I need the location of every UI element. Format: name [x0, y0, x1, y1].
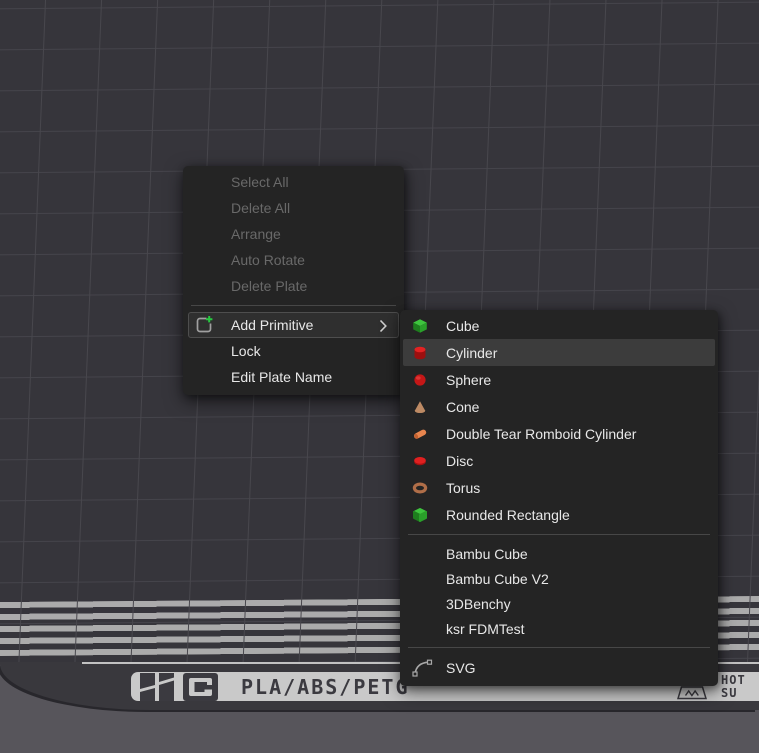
- menu-item-label: Lock: [231, 343, 261, 359]
- plate-corner-text: HOT SU: [721, 672, 759, 701]
- submenu-separator: [408, 534, 710, 535]
- submenu-item-label: Cylinder: [446, 345, 497, 361]
- add-primitive-submenu: Cube Cylinder Sphere: [400, 310, 718, 686]
- submenu-item-double-tear-romboid-cylinder[interactable]: Double Tear Romboid Cylinder: [400, 420, 718, 447]
- submenu-item-label: ksr FDMTest: [446, 621, 525, 637]
- submenu-separator: [408, 647, 710, 648]
- plate-brand-icon: [183, 673, 218, 701]
- submenu-item-label: Cone: [446, 399, 479, 415]
- icon-slot: [412, 372, 446, 388]
- menu-item-auto-rotate: Auto Rotate: [183, 247, 404, 273]
- context-menu: Select All Delete All Arrange Auto Rotat…: [183, 166, 404, 395]
- submenu-item-torus[interactable]: Torus: [400, 474, 718, 501]
- icon-slot: [412, 507, 446, 523]
- romboid-cylinder-icon: [412, 426, 428, 442]
- plate-corner-text-line2: SU: [721, 687, 759, 700]
- submenu-item-label: SVG: [446, 660, 476, 676]
- menu-item-add-primitive[interactable]: Add Primitive: [188, 312, 399, 338]
- app-window: PLA/ABS/PETG HOT SU Select All Delete Al…: [0, 0, 759, 753]
- submenu-item-label: Sphere: [446, 372, 491, 388]
- icon-slot: [412, 426, 446, 442]
- menu-item-label: Delete Plate: [231, 278, 307, 294]
- submenu-item-label: Bambu Cube: [446, 546, 528, 562]
- menu-separator: [191, 305, 396, 306]
- add-primitive-icon: [194, 315, 214, 335]
- submenu-item-label: Double Tear Romboid Cylinder: [446, 426, 636, 442]
- submenu-item-rounded-rectangle[interactable]: Rounded Rectangle: [400, 501, 718, 528]
- cylinder-icon: [412, 345, 428, 361]
- icon-slot: [412, 399, 446, 415]
- icon-slot: [412, 345, 446, 361]
- heatbed-icon: [677, 686, 707, 700]
- icon-slot: [194, 315, 231, 335]
- submenu-item-label: 3DBenchy: [446, 596, 511, 612]
- menu-item-edit-plate-name[interactable]: Edit Plate Name: [183, 364, 404, 390]
- submenu-item-cube[interactable]: Cube: [400, 312, 718, 339]
- icon-slot: [412, 480, 446, 496]
- submenu-item-label: Cube: [446, 318, 479, 334]
- submenu-item-cone[interactable]: Cone: [400, 393, 718, 420]
- cone-icon: [412, 399, 428, 415]
- bambu-logo-icon: [140, 673, 174, 701]
- rounded-rectangle-icon: [412, 507, 428, 523]
- menu-item-label: Delete All: [231, 200, 290, 216]
- menu-item-label: Edit Plate Name: [231, 369, 332, 385]
- torus-icon: [412, 480, 428, 496]
- bezier-curve-icon: [412, 659, 434, 677]
- sphere-icon: [412, 372, 428, 388]
- submenu-item-3dbenchy[interactable]: 3DBenchy: [400, 591, 718, 616]
- chevron-right-icon: [379, 319, 388, 333]
- icon-slot: [412, 318, 446, 334]
- submenu-item-cylinder[interactable]: Cylinder: [403, 339, 715, 366]
- cube-icon: [412, 318, 428, 334]
- disc-icon: [412, 453, 428, 469]
- menu-item-delete-plate: Delete Plate: [183, 273, 404, 299]
- submenu-item-bambu-cube[interactable]: Bambu Cube: [400, 541, 718, 566]
- submenu-item-label: Rounded Rectangle: [446, 507, 570, 523]
- submenu-item-label: Bambu Cube V2: [446, 571, 549, 587]
- menu-item-label: Arrange: [231, 226, 281, 242]
- icon-slot: [412, 453, 446, 469]
- menu-item-select-all: Select All: [183, 169, 404, 195]
- submenu-item-sphere[interactable]: Sphere: [400, 366, 718, 393]
- menu-item-label: Select All: [231, 174, 289, 190]
- menu-item-arrange: Arrange: [183, 221, 404, 247]
- icon-slot: [412, 659, 446, 677]
- plate-material-label: PLA/ABS/PETG: [241, 675, 410, 699]
- submenu-item-label: Disc: [446, 453, 473, 469]
- submenu-item-bambu-cube-v2[interactable]: Bambu Cube V2: [400, 566, 718, 591]
- submenu-item-label: Torus: [446, 480, 480, 496]
- submenu-item-svg[interactable]: SVG: [400, 654, 718, 682]
- submenu-item-ksr-fdmtest[interactable]: ksr FDMTest: [400, 616, 718, 641]
- menu-item-label: Auto Rotate: [231, 252, 305, 268]
- menu-item-label: Add Primitive: [231, 317, 313, 333]
- menu-item-lock[interactable]: Lock: [183, 338, 404, 364]
- submenu-item-disc[interactable]: Disc: [400, 447, 718, 474]
- menu-item-delete-all: Delete All: [183, 195, 404, 221]
